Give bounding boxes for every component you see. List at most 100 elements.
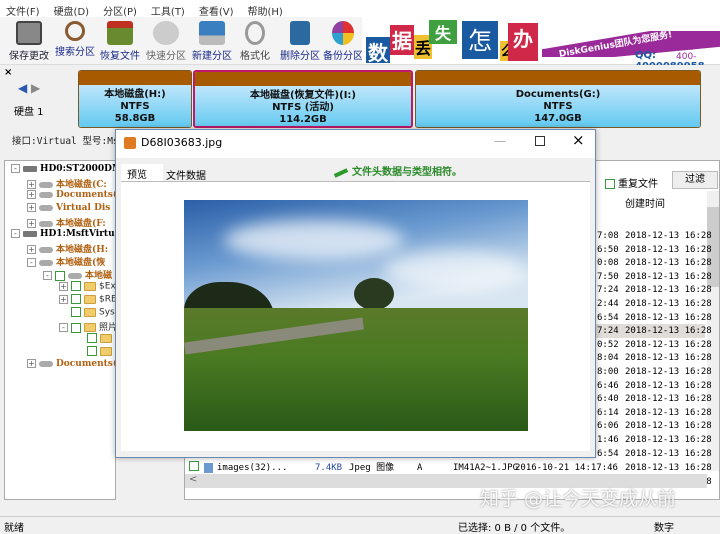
menu-disk[interactable]: 硬盘(D) (48, 0, 98, 18)
created-time: 2018-12-13 16:28 (625, 258, 712, 269)
status-bar: 就绪 已选择: 0 B / 0 个文件。 数字 (0, 516, 720, 534)
maximize-button[interactable] (535, 136, 545, 146)
tree-item[interactable]: + Documents(I (27, 190, 115, 200)
created-time: 2018-12-13 16:28 (625, 367, 712, 377)
image-preview (184, 200, 528, 431)
partition-h[interactable]: 本地磁盘(H:) NTFS 58.8GB (78, 70, 192, 128)
banner-char: 失 (429, 20, 457, 44)
search-icon (65, 21, 85, 41)
close-button[interactable]: × (572, 131, 585, 149)
created-time: 2018-12-13 16:28 (625, 421, 712, 432)
created-time: 2018-12-13 16:28 (625, 407, 712, 418)
next-disk-icon[interactable]: ▶ (31, 81, 40, 95)
tree-folder[interactable]: + $Ex (59, 281, 115, 292)
recover-icon (107, 21, 133, 45)
partition-g[interactable]: Documents(G:) NTFS 147.0GB (415, 70, 701, 128)
modified-time-tail: 7:24 (597, 285, 619, 296)
disk-interface-info: 接口:Virtual 型号:Ms (12, 136, 119, 147)
row-checkbox[interactable] (189, 461, 199, 471)
tree-item[interactable]: + 本地磁盘(F: (27, 216, 106, 229)
created-time: 2018-12-13 16:28 (625, 339, 712, 350)
menu-view[interactable]: 查看(V) (193, 0, 242, 18)
format-icon (245, 21, 265, 45)
tree-item[interactable]: -HD0:ST2000DM00 (11, 164, 115, 174)
modified-time-tail: 6:14 (597, 407, 619, 418)
backup-partition-button[interactable]: 备份分区 (320, 21, 366, 62)
menu-help[interactable]: 帮助(H) (242, 0, 291, 18)
tree-item[interactable]: + 本地磁盘(H: (27, 242, 108, 255)
modified-time-tail: 1:46 (597, 435, 619, 445)
recover-files-button[interactable]: 恢复文件 (97, 21, 143, 62)
menu-partition[interactable]: 分区(P) (97, 0, 145, 18)
column-header-created[interactable]: 创建时间 (625, 195, 665, 210)
file-type: Jpeg 图像 (349, 463, 395, 473)
modified-time-tail: 8:04 (597, 353, 619, 364)
save-changes-button[interactable]: 保存更改 (6, 21, 52, 62)
search-partition-button[interactable]: 搜索分区 (52, 21, 98, 58)
tree-folder[interactable] (87, 346, 115, 357)
delete-partition-button[interactable]: 删除分区 (277, 21, 323, 62)
preview-dialog: D68I03683.jpg — × 预览 文件数据 文件头数据与类型相符。 (115, 129, 596, 458)
partition-size: 58.8GB (114, 113, 156, 124)
disk-tree: -HD0:ST2000DM00 +本地磁盘(C: +Documents(I +V… (4, 160, 116, 500)
duplicate-files-checkbox[interactable]: 重复文件 (605, 175, 658, 190)
banner-char: 办 (508, 23, 538, 61)
banner-char: 数 (366, 37, 390, 65)
modified-time: 2016-10-21 14:17:46 (515, 463, 618, 473)
created-time: 2018-12-13 16:28 (625, 463, 712, 473)
tree-folder[interactable]: + $RE (59, 294, 115, 305)
modified-time-tail: 2:44 (597, 299, 619, 309)
modified-time-tail: 7:08 (597, 231, 619, 241)
save-icon (16, 21, 42, 45)
partition-fs: NTFS (543, 101, 573, 112)
modified-time-tail: 7:50 (597, 271, 619, 282)
quick-partition-button[interactable]: 快速分区 (143, 21, 189, 62)
tab-preview[interactable]: 预览 (121, 164, 163, 182)
banner-char: 怎 (462, 21, 498, 59)
partition-fs: NTFS (120, 101, 150, 112)
menu-tools[interactable]: 工具(T) (145, 0, 193, 18)
modified-time-tail: 7:24 (597, 326, 619, 337)
partition-i[interactable]: 本地磁盘(恢复文件)(I:) NTFS (活动) 114.2GB (193, 70, 413, 128)
close-icon[interactable]: × (4, 67, 12, 78)
tree-item[interactable]: - 本地磁盘(恢 (27, 255, 105, 268)
new-partition-button[interactable]: 新建分区 (189, 21, 235, 62)
tree-folder[interactable] (87, 333, 115, 344)
created-time: 2018-12-13 16:28 (625, 299, 712, 309)
tree-item[interactable]: +Documents(G (27, 359, 115, 369)
tab-file-data[interactable]: 文件数据 (164, 167, 208, 182)
created-time: 2018-12-13 16:28 (625, 380, 712, 391)
menu-file[interactable]: 文件(F) (0, 0, 48, 18)
menu-bar: 文件(F) 硬盘(D) 分区(P) 工具(T) 查看(V) 帮助(H) (0, 0, 720, 18)
partition-size: 114.2GB (279, 114, 327, 125)
created-time: 2018-12-13 16:28 (625, 353, 712, 364)
modified-time-tail: 6:54 (597, 312, 619, 323)
trash-icon (290, 21, 310, 45)
partition-name: 本地磁盘(恢复文件)(I:) (249, 90, 356, 101)
created-time: 2018-12-13 16:28 (625, 312, 712, 323)
file-size: 7.4KB (315, 463, 343, 473)
tree-folder[interactable]: Sys (71, 307, 115, 318)
created-time: 2018-12-13 16:28 (625, 394, 712, 405)
modified-time-tail: 6:06 (597, 421, 619, 432)
modified-time-tail: 0:08 (597, 258, 619, 269)
check-icon (333, 168, 349, 178)
pie-icon (332, 21, 354, 45)
created-time: 2018-12-13 16:28 (625, 435, 712, 445)
tree-item[interactable]: + 本地磁盘(C: (27, 177, 107, 190)
tree-item[interactable]: - 本地磁 (43, 268, 112, 281)
table-row[interactable]: images(32)... 7.4KB Jpeg 图像 A IM41A2~1.J… (185, 461, 712, 475)
tree-folder[interactable]: - 照片 (59, 320, 115, 333)
prev-disk-icon[interactable]: ◀ (18, 81, 27, 95)
partition-size: 147.0GB (534, 113, 582, 124)
minimize-button[interactable]: — (494, 134, 506, 148)
format-button[interactable]: 格式化 (232, 21, 278, 62)
tree-item[interactable]: - HD1:MsftVirtu (11, 229, 115, 239)
tree-item[interactable]: + Virtual Dis (27, 203, 110, 213)
modified-time-tail: 8:00 (597, 367, 619, 377)
app-icon (124, 137, 136, 149)
ad-banner[interactable]: 数 据 丢 失 怎 么 办 DiskGenius团队为您服务! 致电: 400-… (362, 17, 720, 72)
file-name: images(32)... (217, 463, 288, 473)
filter-button[interactable]: 过滤 (672, 171, 718, 189)
status-message: 文件头数据与类型相符。 (333, 163, 462, 178)
